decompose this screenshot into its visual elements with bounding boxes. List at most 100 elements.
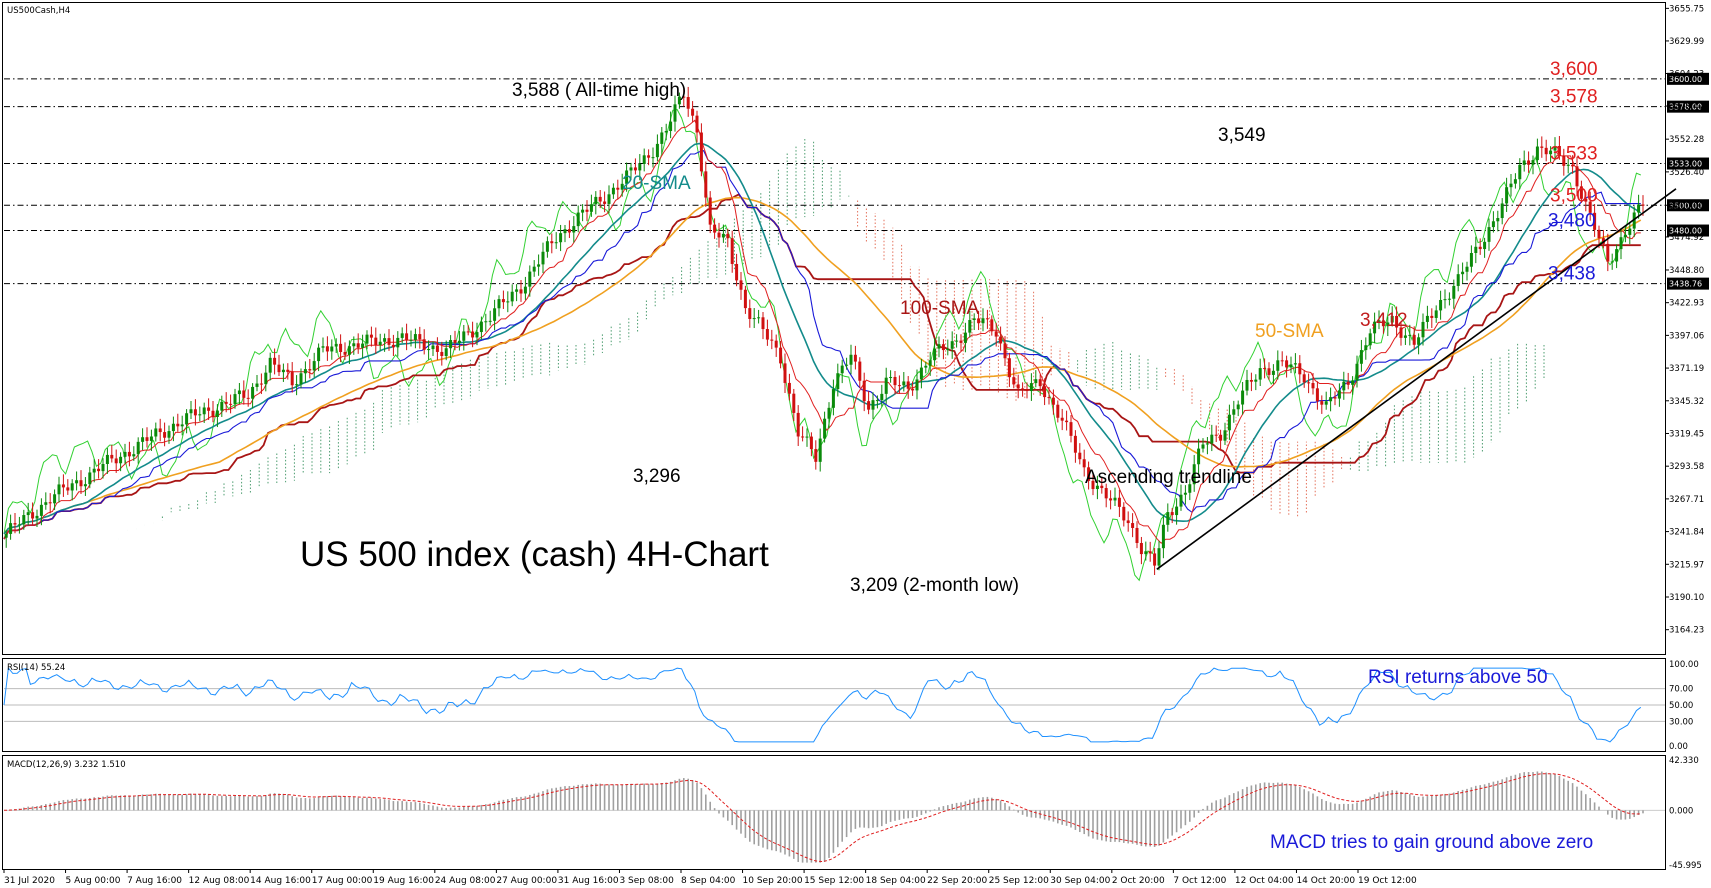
time-axis: 31 Jul 2020 5 Aug 00:00 7 Aug 16:00 12 Aug … bbox=[3, 869, 1417, 886]
candle-body bbox=[286, 369, 290, 372]
candle-body bbox=[317, 347, 321, 362]
candle-body bbox=[761, 317, 765, 330]
level-label: 3,500 bbox=[1550, 185, 1598, 206]
candle-body bbox=[1056, 404, 1060, 418]
trendline-label: Ascending trendline bbox=[1085, 467, 1252, 488]
candle-body bbox=[119, 456, 123, 464]
candle-body bbox=[1368, 333, 1372, 346]
candle-body bbox=[1610, 261, 1614, 263]
candle-body bbox=[713, 224, 717, 233]
time-tick-label: 10 Sep 20:00 bbox=[743, 876, 803, 886]
candle-body bbox=[735, 263, 739, 281]
candle-body bbox=[831, 389, 835, 408]
time-tick-label: 19 Oct 12:00 bbox=[1358, 876, 1417, 886]
candle-body bbox=[501, 299, 505, 303]
candle-body bbox=[145, 437, 149, 441]
candle-body bbox=[1518, 164, 1522, 180]
candle-body bbox=[1069, 422, 1073, 436]
candle-body bbox=[1131, 523, 1135, 528]
candle-body bbox=[180, 424, 184, 427]
time-tick-label: 25 Sep 12:00 bbox=[989, 876, 1049, 886]
candle-body bbox=[405, 333, 409, 341]
candle-body bbox=[792, 393, 796, 413]
level-label: 3,480 bbox=[1548, 211, 1596, 232]
time-tick-label: 8 Sep 04:00 bbox=[681, 876, 736, 886]
candle-body bbox=[651, 157, 655, 159]
candle-body bbox=[22, 515, 26, 525]
candle-body bbox=[1157, 548, 1161, 566]
candle-body bbox=[149, 436, 153, 441]
candle-body bbox=[699, 132, 703, 172]
candle-body bbox=[163, 432, 167, 438]
candle-body bbox=[229, 403, 233, 405]
price-tick-label: 3604.23 bbox=[1669, 69, 1704, 79]
candle-body bbox=[994, 331, 998, 337]
candle-body bbox=[1615, 249, 1619, 262]
candle-body bbox=[977, 318, 981, 324]
candle-body bbox=[17, 524, 21, 526]
low-3296-annotation: 3,296 bbox=[633, 466, 681, 487]
candle-body bbox=[589, 204, 593, 212]
candle-body bbox=[1491, 221, 1495, 228]
candle-body bbox=[1355, 363, 1359, 381]
candle-body bbox=[673, 104, 677, 122]
candle-body bbox=[176, 423, 180, 427]
candle-body bbox=[1161, 524, 1165, 549]
candle-body bbox=[739, 280, 743, 290]
candle-body bbox=[594, 196, 598, 205]
candle-body bbox=[255, 383, 259, 387]
candle-body bbox=[937, 344, 941, 349]
candle-body bbox=[559, 233, 563, 243]
candle-body bbox=[1628, 228, 1632, 235]
candle-body bbox=[1425, 315, 1429, 322]
time-tick-label: 17 Aug 00:00 bbox=[312, 876, 373, 886]
candle-body bbox=[1351, 380, 1355, 385]
rsi-tick-label: 0.00 bbox=[1669, 742, 1688, 752]
candle-body bbox=[105, 454, 109, 465]
candle-body bbox=[1258, 368, 1262, 380]
candle-body bbox=[581, 209, 585, 213]
time-tick-label: 3 Sep 08:00 bbox=[619, 876, 674, 886]
candle-body bbox=[1210, 434, 1214, 444]
candle-body bbox=[396, 337, 400, 348]
candle-body bbox=[1029, 383, 1033, 392]
candle-body bbox=[867, 401, 871, 410]
candle-body bbox=[185, 413, 189, 425]
candle-body bbox=[809, 436, 813, 450]
candle-body bbox=[4, 533, 8, 538]
candle-body bbox=[44, 502, 48, 505]
candle-body bbox=[53, 494, 57, 504]
candle-body bbox=[611, 187, 615, 195]
candle-body bbox=[193, 409, 197, 416]
candle-body bbox=[343, 352, 347, 355]
candle-body bbox=[827, 407, 831, 419]
candle-body bbox=[308, 369, 312, 371]
candle-body bbox=[770, 339, 774, 341]
candle-body bbox=[871, 400, 875, 410]
candle-body bbox=[1408, 334, 1412, 336]
candle-body bbox=[1439, 299, 1443, 311]
candle-body bbox=[519, 289, 523, 294]
candle-body bbox=[1575, 166, 1579, 187]
candle-body bbox=[845, 364, 849, 366]
candle-body bbox=[779, 347, 783, 364]
candle-body bbox=[383, 338, 387, 342]
price-tick-label: 3578.47 bbox=[1669, 102, 1704, 112]
candle-body bbox=[933, 348, 937, 361]
chart-canvas: 3600.003578.003533.003500.003480.003438.… bbox=[2, 2, 1709, 886]
candle-body bbox=[330, 346, 334, 352]
candle-body bbox=[273, 357, 277, 365]
candle-body bbox=[1012, 377, 1016, 385]
candle-body bbox=[955, 340, 959, 342]
candle-body bbox=[1245, 379, 1249, 391]
candle-body bbox=[321, 346, 325, 348]
candle-body bbox=[409, 339, 413, 341]
candle-body bbox=[541, 251, 545, 265]
candle-body bbox=[1315, 388, 1319, 402]
price-tick-label: 3474.92 bbox=[1669, 233, 1704, 243]
candle-body bbox=[471, 331, 475, 338]
candle-body bbox=[567, 229, 571, 233]
candle-body bbox=[233, 394, 237, 404]
time-tick-label: 31 Jul 2020 bbox=[4, 876, 55, 886]
candle-body bbox=[1302, 374, 1306, 383]
